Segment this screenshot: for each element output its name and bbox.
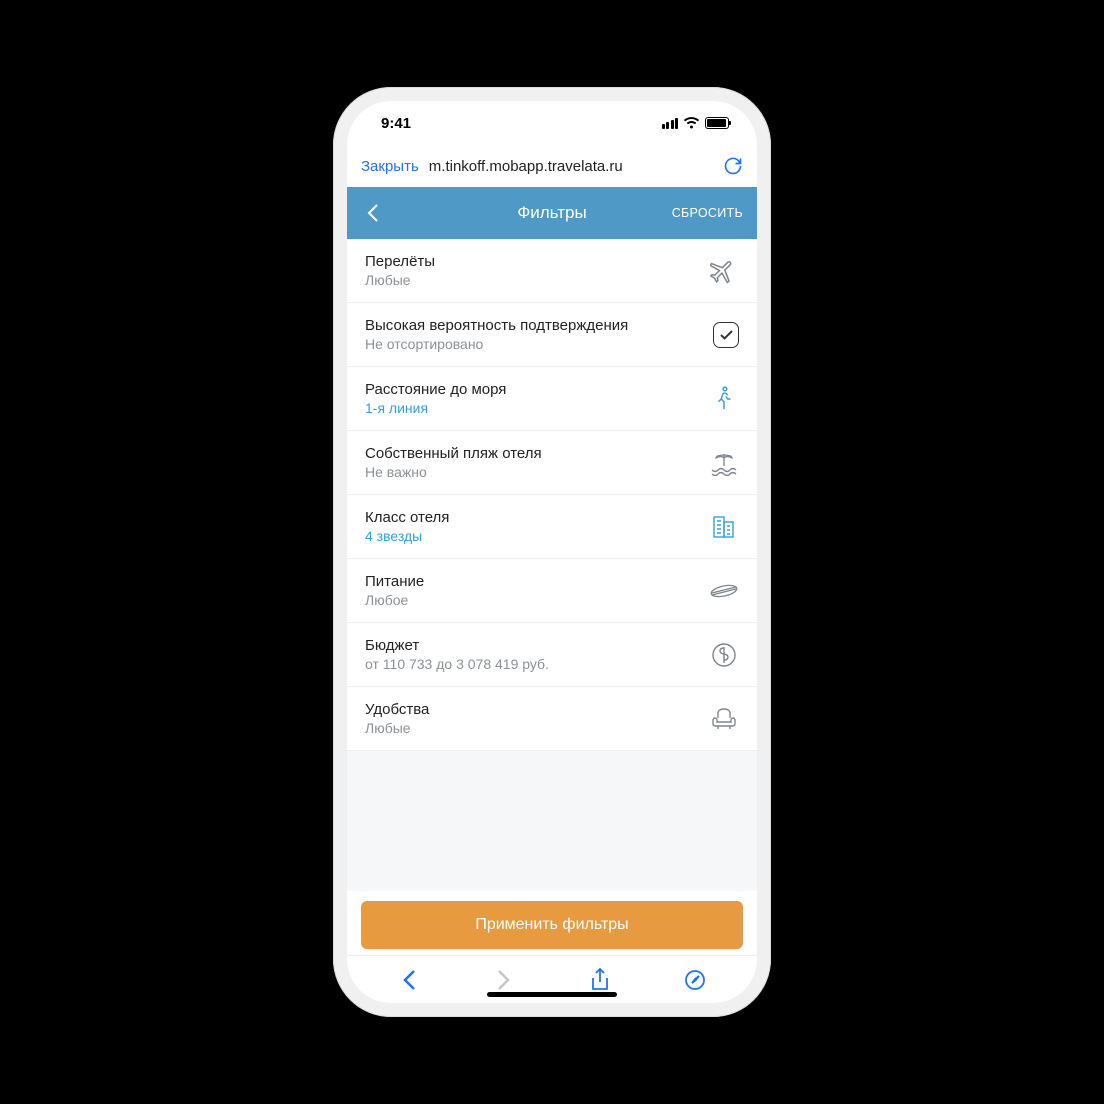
page-title: Фильтры <box>347 203 757 223</box>
filter-title: Перелёты <box>365 253 697 270</box>
wifi-icon <box>683 117 700 129</box>
filter-value: от 110 733 до 3 078 419 руб. <box>365 656 697 672</box>
browser-address-bar: Закрыть m.tinkoff.mobapp.travelata.ru <box>347 145 757 187</box>
status-indicators <box>662 117 730 129</box>
building-icon <box>709 512 739 542</box>
safari-button[interactable] <box>682 967 708 993</box>
status-time: 9:41 <box>381 115 411 132</box>
status-bar: 9:41 <box>347 101 757 145</box>
beach-icon <box>709 448 739 478</box>
filter-title: Высокая вероятность подтверждения <box>365 317 701 334</box>
nav-back-button[interactable] <box>396 967 422 993</box>
filters-list: Перелёты Любые Высокая вероятность подтв… <box>347 239 757 891</box>
filter-row-confirmation[interactable]: Высокая вероятность подтверждения Не отс… <box>347 303 757 367</box>
filter-value: 4 звезды <box>365 528 697 544</box>
url-text[interactable]: m.tinkoff.mobapp.travelata.ru <box>429 158 713 175</box>
food-icon <box>709 576 739 606</box>
apply-wrapper: Применить фильтры <box>347 891 757 955</box>
filter-title: Бюджет <box>365 637 697 654</box>
filter-title: Удобства <box>365 701 697 718</box>
filter-value: Любые <box>365 720 697 736</box>
checkbox-icon[interactable] <box>713 322 739 348</box>
filter-title: Питание <box>365 573 697 590</box>
filter-value: Не важно <box>365 464 697 480</box>
filter-row-flights[interactable]: Перелёты Любые <box>347 239 757 303</box>
share-button[interactable] <box>587 967 613 993</box>
phone-frame: 9:41 Закрыть m.tinkoff.mobapp.travelata.… <box>333 87 771 1017</box>
armchair-icon <box>709 704 739 734</box>
walk-icon <box>709 384 739 414</box>
filter-row-meals[interactable]: Питание Любое <box>347 559 757 623</box>
filter-row-amenities[interactable]: Удобства Любые <box>347 687 757 751</box>
cellular-icon <box>662 118 679 129</box>
filters-header: Фильтры СБРОСИТЬ <box>347 187 757 239</box>
filter-row-hotel-class[interactable]: Класс отеля 4 звезды <box>347 495 757 559</box>
filter-title: Расстояние до моря <box>365 381 697 398</box>
filter-value: Любое <box>365 592 697 608</box>
apply-filters-button[interactable]: Применить фильтры <box>361 901 743 949</box>
airplane-icon <box>709 256 739 286</box>
filter-value: Любые <box>365 272 697 288</box>
filter-value: Не отсортировано <box>365 336 701 352</box>
reload-button[interactable] <box>723 156 743 176</box>
filter-row-budget[interactable]: Бюджет от 110 733 до 3 078 419 руб. <box>347 623 757 687</box>
close-button[interactable]: Закрыть <box>361 158 419 175</box>
filter-row-sea-distance[interactable]: Расстояние до моря 1-я линия <box>347 367 757 431</box>
home-indicator <box>487 992 617 997</box>
filter-value: 1-я линия <box>365 400 697 416</box>
filter-title: Собственный пляж отеля <box>365 445 697 462</box>
nav-forward-button[interactable] <box>491 967 517 993</box>
battery-icon <box>705 117 729 129</box>
filter-title: Класс отеля <box>365 509 697 526</box>
filter-row-private-beach[interactable]: Собственный пляж отеля Не важно <box>347 431 757 495</box>
screen: 9:41 Закрыть m.tinkoff.mobapp.travelata.… <box>347 101 757 1003</box>
coin-icon <box>709 640 739 670</box>
